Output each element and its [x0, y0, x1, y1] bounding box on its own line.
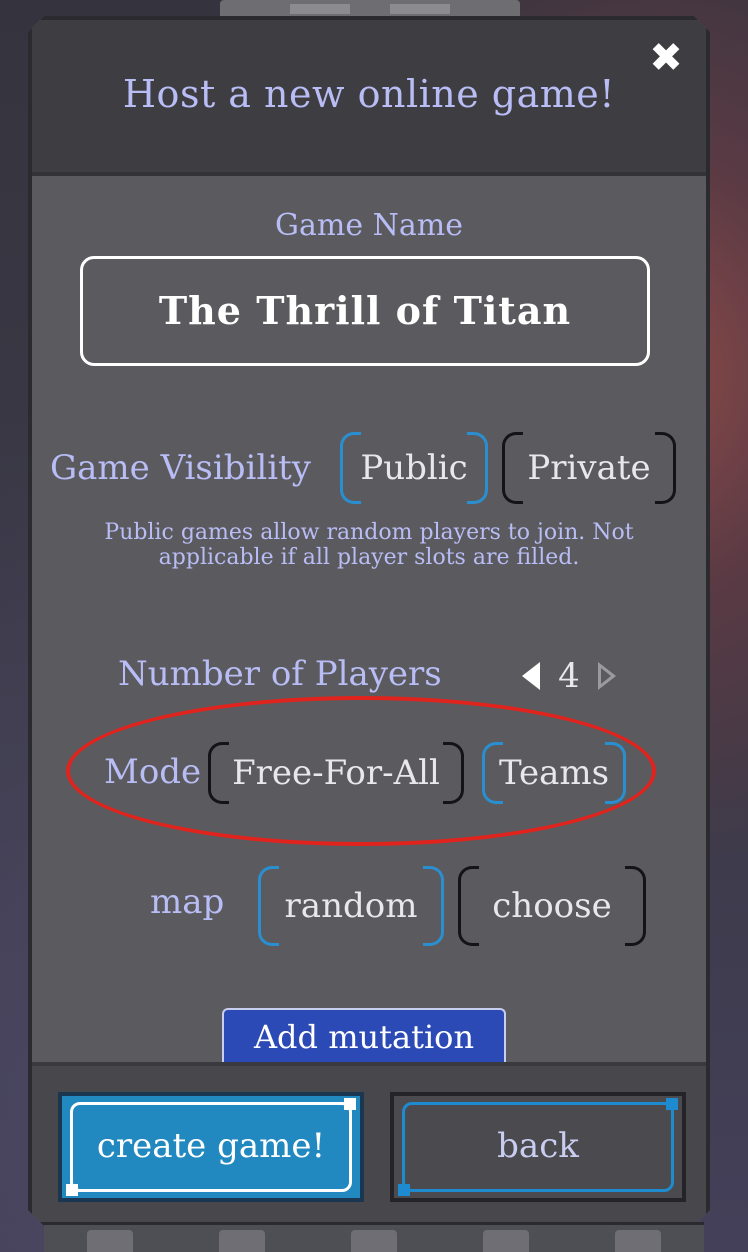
- visibility-private-button[interactable]: Private: [502, 432, 676, 504]
- back-button[interactable]: back: [390, 1092, 686, 1202]
- corner-decoration: [344, 1098, 356, 1110]
- close-icon[interactable]: ✖: [646, 38, 686, 78]
- gear-icon: [615, 1230, 661, 1252]
- create-button-label: create game!: [96, 1126, 326, 1166]
- background-toolbar: [44, 1222, 704, 1252]
- arrow-left-icon[interactable]: [522, 662, 540, 690]
- game-name-input[interactable]: The Thrill of Titan: [80, 256, 650, 366]
- book-icon: [219, 1230, 265, 1252]
- create-game-button[interactable]: create game!: [58, 1092, 364, 1202]
- controller-icon: [351, 1230, 397, 1252]
- mode-ffa-button[interactable]: Free-For-All: [208, 742, 464, 804]
- map-label: map: [150, 882, 225, 922]
- back-button-label: back: [497, 1126, 579, 1166]
- visibility-label: Game Visibility: [50, 448, 312, 488]
- host-game-dialog: Host a new online game! ✖ Game Name The …: [28, 16, 710, 1226]
- visibility-help-text: Public games allow random players to joi…: [104, 520, 634, 570]
- players-stepper: 4: [522, 656, 616, 696]
- visibility-public-button[interactable]: Public: [340, 432, 488, 504]
- dialog-title: Host a new online game!: [122, 72, 616, 116]
- corner-decoration: [66, 1184, 78, 1196]
- help-icon: [87, 1230, 133, 1252]
- map-choose-button[interactable]: choose: [458, 866, 646, 946]
- players-count: 4: [558, 656, 580, 696]
- mode-label: Mode: [104, 752, 202, 792]
- dialog-header: Host a new online game! ✖: [32, 20, 706, 176]
- arrow-right-icon[interactable]: [598, 662, 616, 690]
- add-mutation-button[interactable]: Add mutation: [222, 1008, 506, 1062]
- mode-teams-button[interactable]: Teams: [482, 742, 626, 804]
- game-name-label: Game Name: [275, 208, 463, 243]
- tools-icon: [483, 1230, 529, 1252]
- corner-decoration: [666, 1098, 678, 1110]
- map-random-button[interactable]: random: [258, 866, 444, 946]
- corner-decoration: [398, 1184, 410, 1196]
- players-label: Number of Players: [118, 654, 442, 694]
